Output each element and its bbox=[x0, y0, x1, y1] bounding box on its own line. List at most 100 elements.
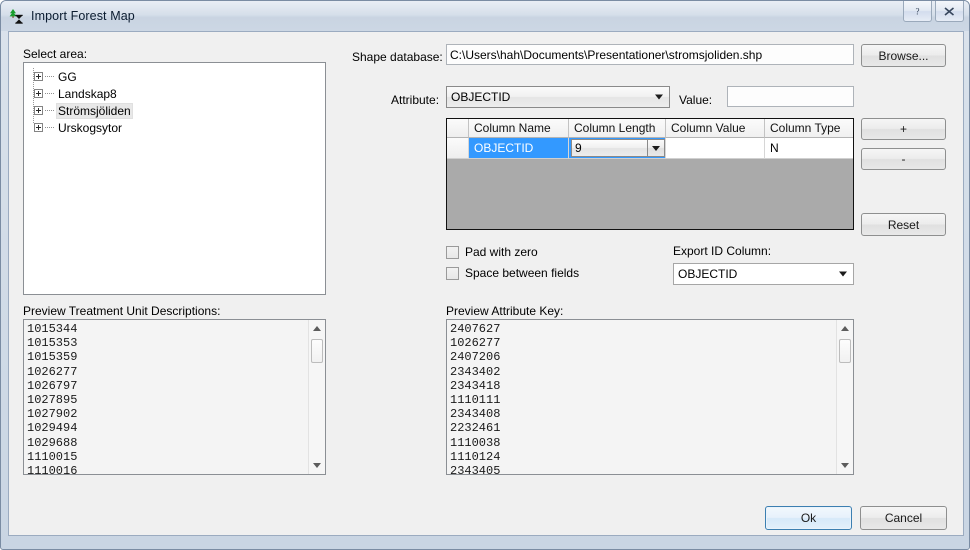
export-id-column-value: OBJECTID bbox=[678, 267, 738, 281]
pad-with-zero-label: Pad with zero bbox=[465, 245, 538, 259]
tree-dash-icon bbox=[45, 127, 54, 128]
list-item[interactable]: 1026797 bbox=[27, 379, 308, 393]
scroll-down-icon[interactable] bbox=[309, 457, 325, 474]
list-item[interactable]: 2343418 bbox=[450, 379, 836, 393]
list-item[interactable]: 2232461 bbox=[450, 421, 836, 435]
list-item[interactable]: 2343408 bbox=[450, 407, 836, 421]
preview-treatment-unit-list[interactable]: 1015344 1015353 1015359 1026277 1026797 … bbox=[23, 319, 326, 475]
scroll-down-icon[interactable] bbox=[837, 457, 853, 474]
expand-plus-icon[interactable] bbox=[34, 89, 43, 98]
table-row[interactable]: OBJECTID 9 N bbox=[447, 138, 853, 159]
preview-attribute-key-scrollbar[interactable] bbox=[836, 320, 853, 474]
list-item[interactable]: 2407627 bbox=[450, 322, 836, 336]
tree-item-landskap8[interactable]: Landskap8 bbox=[30, 85, 325, 102]
column-header-column-length[interactable]: Column Length bbox=[569, 119, 666, 138]
list-item[interactable]: 1027902 bbox=[27, 407, 308, 421]
pad-with-zero-row[interactable]: Pad with zero bbox=[446, 245, 538, 259]
select-area-label: Select area: bbox=[23, 47, 88, 61]
columns-grid[interactable]: Column Name Column Length Column Value C… bbox=[446, 118, 854, 230]
dialog-client-area: Select area: GG Landskap8 Strömsjöliden … bbox=[8, 31, 964, 536]
column-length-value: 9 bbox=[575, 141, 582, 155]
scroll-up-icon[interactable] bbox=[309, 320, 325, 337]
question-mark-icon: ? bbox=[916, 6, 920, 16]
list-item[interactable]: 1029494 bbox=[27, 421, 308, 435]
tree-dash-icon bbox=[45, 76, 54, 77]
ok-button[interactable]: Ok bbox=[765, 506, 852, 530]
tree-item-label: Strömsjöliden bbox=[56, 102, 133, 119]
tree-item-gg[interactable]: GG bbox=[30, 68, 325, 85]
column-header-column-value[interactable]: Column Value bbox=[666, 119, 765, 138]
column-header-column-name[interactable]: Column Name bbox=[469, 119, 569, 138]
import-forest-map-window: Import Forest Map ? Select area: GG Land… bbox=[0, 0, 970, 550]
shape-database-input[interactable]: C:\Users\hah\Documents\Presentationer\st… bbox=[446, 44, 854, 65]
help-button[interactable]: ? bbox=[903, 1, 932, 22]
columns-grid-header: Column Name Column Length Column Value C… bbox=[447, 119, 853, 138]
browse-button[interactable]: Browse... bbox=[861, 44, 946, 67]
tree-item-urskogsytor[interactable]: Urskogsytor bbox=[30, 119, 325, 136]
close-icon bbox=[944, 6, 955, 16]
column-length-select[interactable]: 9 bbox=[571, 139, 665, 157]
tree-root: GG Landskap8 Strömsjöliden Urskogsytor bbox=[24, 63, 325, 136]
tree-item-label: GG bbox=[58, 69, 77, 84]
preview-attribute-key-label: Preview Attribute Key: bbox=[446, 304, 564, 318]
value-input[interactable] bbox=[727, 86, 854, 107]
preview-treatment-unit-items: 1015344 1015353 1015359 1026277 1026797 … bbox=[24, 320, 308, 474]
tree-dash-icon bbox=[45, 110, 54, 111]
cell-column-type[interactable]: N bbox=[765, 138, 853, 159]
preview-treatment-unit-scrollbar[interactable] bbox=[308, 320, 325, 474]
window-title: Import Forest Map bbox=[31, 9, 135, 23]
row-header-cell[interactable] bbox=[447, 138, 469, 159]
list-item[interactable]: 1027895 bbox=[27, 393, 308, 407]
scrollbar-thumb[interactable] bbox=[839, 339, 851, 363]
list-item[interactable]: 1110016 bbox=[27, 464, 308, 474]
attribute-select-value: OBJECTID bbox=[451, 90, 511, 104]
space-between-fields-row[interactable]: Space between fields bbox=[446, 266, 579, 280]
column-header-column-type[interactable]: Column Type bbox=[765, 119, 853, 138]
tree-item-stromsjoliden[interactable]: Strömsjöliden bbox=[30, 102, 325, 119]
scroll-up-icon[interactable] bbox=[837, 320, 853, 337]
cancel-button[interactable]: Cancel bbox=[860, 506, 947, 530]
list-item[interactable]: 1015353 bbox=[27, 336, 308, 350]
preview-treatment-unit-label: Preview Treatment Unit Descriptions: bbox=[23, 304, 221, 318]
add-column-button[interactable]: + bbox=[861, 118, 946, 140]
list-item[interactable]: 2343405 bbox=[450, 464, 836, 474]
chevron-down-icon bbox=[655, 94, 663, 100]
list-item[interactable]: 2343402 bbox=[450, 365, 836, 379]
list-item[interactable]: 1110111 bbox=[450, 393, 836, 407]
expand-plus-icon[interactable] bbox=[34, 106, 43, 115]
preview-attribute-key-list[interactable]: 2407627 1026277 2407206 2343402 2343418 … bbox=[446, 319, 854, 475]
space-between-fields-checkbox[interactable] bbox=[446, 266, 459, 280]
remove-column-button[interactable]: - bbox=[861, 148, 946, 170]
list-item[interactable]: 1110015 bbox=[27, 450, 308, 464]
list-item[interactable]: 2407206 bbox=[450, 350, 836, 364]
tree-dash-icon bbox=[45, 93, 54, 94]
list-item[interactable]: 1015359 bbox=[27, 350, 308, 364]
preview-attribute-key-items: 2407627 1026277 2407206 2343402 2343418 … bbox=[447, 320, 836, 474]
value-label: Value: bbox=[679, 93, 713, 107]
cell-column-length[interactable]: 9 bbox=[569, 138, 666, 159]
close-button[interactable] bbox=[935, 1, 964, 22]
tree-item-label: Landskap8 bbox=[58, 86, 117, 101]
attribute-select[interactable]: OBJECTID bbox=[446, 86, 670, 108]
list-item[interactable]: 1110124 bbox=[450, 450, 836, 464]
chevron-down-icon bbox=[839, 271, 847, 277]
list-item[interactable]: 1015344 bbox=[27, 322, 308, 336]
cell-column-value[interactable] bbox=[666, 138, 765, 159]
row-header-corner bbox=[447, 119, 469, 138]
expand-plus-icon[interactable] bbox=[34, 123, 43, 132]
select-area-tree[interactable]: GG Landskap8 Strömsjöliden Urskogsytor bbox=[23, 62, 326, 295]
expand-plus-icon[interactable] bbox=[34, 72, 43, 81]
caption-buttons: ? bbox=[903, 1, 964, 22]
reset-button[interactable]: Reset bbox=[861, 213, 946, 236]
cell-column-name[interactable]: OBJECTID bbox=[469, 138, 569, 159]
chevron-down-icon[interactable] bbox=[647, 140, 664, 156]
list-item[interactable]: 1026277 bbox=[450, 336, 836, 350]
title-bar[interactable]: Import Forest Map ? bbox=[1, 1, 969, 31]
list-item[interactable]: 1110038 bbox=[450, 436, 836, 450]
list-item[interactable]: 1029688 bbox=[27, 436, 308, 450]
scrollbar-thumb[interactable] bbox=[311, 339, 323, 363]
svg-text:?: ? bbox=[916, 6, 920, 16]
list-item[interactable]: 1026277 bbox=[27, 365, 308, 379]
export-id-column-select[interactable]: OBJECTID bbox=[673, 263, 854, 285]
pad-with-zero-checkbox[interactable] bbox=[446, 245, 459, 259]
